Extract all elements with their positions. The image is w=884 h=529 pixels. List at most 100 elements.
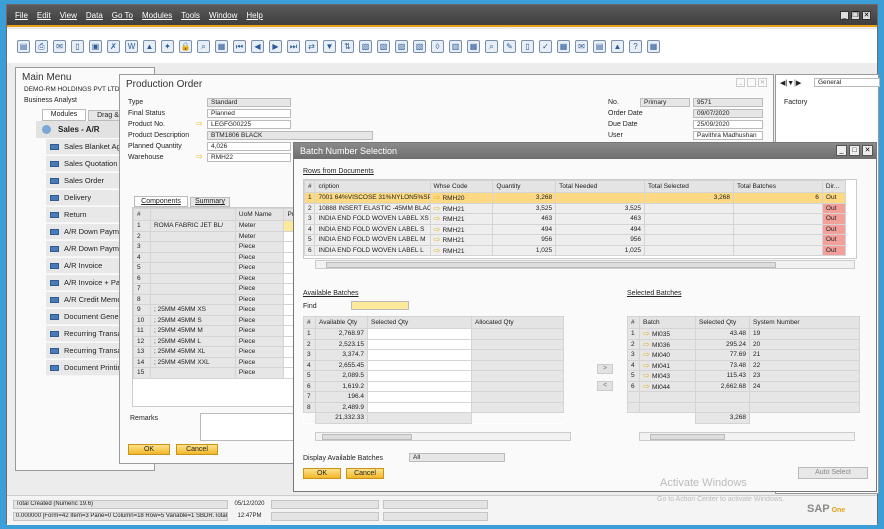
org-icon[interactable]: ▤ (593, 39, 606, 53)
column-header[interactable]: Total Selected (644, 180, 734, 193)
document-row[interactable]: 5 INDIA END FOLD WOVEN LABEL M ⇨ RMH21 956 9… (304, 234, 847, 246)
link-arrow-icon[interactable]: ⇨ (643, 340, 652, 349)
menu-tools[interactable]: Tools (181, 11, 200, 20)
sort-icon[interactable]: ⇅ (341, 39, 354, 53)
selected-qty-input[interactable] (367, 370, 472, 382)
table-row[interactable]: 4 Piece (133, 251, 301, 263)
table-row[interactable]: 6 Piece (133, 272, 301, 284)
planned-qty-field[interactable]: 4,026 (207, 142, 291, 151)
selected-horizontal-scrollbar[interactable] (639, 432, 855, 441)
documents-horizontal-scrollbar[interactable] (315, 260, 855, 269)
po-ok-button[interactable]: OK (128, 444, 170, 455)
available-batch-row[interactable]: 2 2,523.15 (303, 338, 564, 350)
available-batch-row[interactable]: 5 2,089.5 (303, 370, 564, 382)
auto-select-button[interactable]: Auto Select (798, 467, 868, 479)
settings-icon[interactable]: ▥ (449, 39, 462, 53)
available-batch-row[interactable]: 3 3,374.7 (303, 349, 564, 361)
next-icon[interactable]: ▶ (269, 39, 282, 53)
link-arrow-icon[interactable]: ⇨ (643, 350, 652, 359)
status-dropdown[interactable]: Planned (207, 109, 291, 118)
add-icon[interactable]: ▦ (215, 39, 228, 53)
column-header[interactable]: cription (314, 180, 431, 193)
column-header[interactable]: # (304, 180, 316, 193)
selected-qty-input[interactable] (367, 380, 472, 392)
selected-batch-row[interactable]: 2 ⇨ MI036 295.24 20 (627, 338, 860, 350)
column-header[interactable]: UoM Name (234, 208, 285, 221)
column-header[interactable]: # (627, 316, 640, 329)
tab-summary[interactable]: Summary (190, 197, 230, 207)
selected-qty-input[interactable] (367, 391, 472, 403)
preview-icon[interactable]: ▤ (17, 39, 30, 53)
selected-qty-input[interactable] (367, 349, 472, 361)
close-button[interactable]: ✕ (758, 78, 767, 87)
table-row[interactable]: 1ROMA FABRIC JET BL/Meter3,268.0 (133, 220, 301, 232)
messages-icon[interactable]: ▦ (557, 39, 570, 53)
po-cancel-button[interactable]: Cancel (176, 444, 218, 455)
menu-window[interactable]: Window (209, 11, 237, 20)
table-row[interactable]: 5 Piece (133, 262, 301, 274)
report-icon[interactable]: ✉ (575, 39, 588, 53)
column-header[interactable]: # (133, 208, 151, 221)
column-header[interactable]: Whse Code (429, 180, 494, 193)
menu-modules[interactable]: Modules (142, 11, 172, 20)
available-batch-row[interactable]: 1 2,768.97 (303, 328, 564, 340)
table-row[interactable]: 14; 25MM 45MM XXL Piece (133, 356, 301, 368)
column-header[interactable]: Selected Qty (367, 316, 472, 329)
column-header[interactable]: Available Qty (315, 316, 368, 329)
maximize-button[interactable]: □ (849, 145, 860, 156)
document-row[interactable]: 1 7001 64%VISCOSE 31%NYLON5%SPN ⇨ RMH20 3,2… (304, 192, 847, 204)
user-dropdown[interactable]: Pavithra Madhushan (693, 131, 763, 140)
link-arrow-icon[interactable]: ⇨ (643, 371, 652, 380)
remarks-field[interactable] (200, 413, 300, 441)
form-settings-icon[interactable]: ▯ (521, 39, 534, 53)
document-row[interactable]: 4 INDIA END FOLD WOVEN LABEL S ⇨ RMH21 494 4… (304, 223, 847, 235)
minimize-button[interactable]: _ (736, 78, 745, 87)
find-icon[interactable]: ⌕ (197, 39, 210, 53)
column-header[interactable]: Allocated Qty (471, 316, 564, 329)
word-icon[interactable]: W (125, 39, 138, 53)
selected-batch-row[interactable]: 6 ⇨ MI044 2,662.68 24 (627, 380, 860, 392)
print-icon[interactable]: ⎙ (35, 39, 48, 53)
table-row[interactable]: 9; 25MM 45MM XS Piece (133, 304, 301, 316)
selected-batch-row[interactable] (627, 401, 860, 413)
selected-qty-input[interactable] (367, 338, 472, 350)
selected-batch-row[interactable]: 4 ⇨ MI041 73.48 22 (627, 359, 860, 371)
available-batch-row[interactable]: 6 1,619.2 (303, 380, 564, 392)
column-header[interactable]: # (303, 316, 316, 329)
table-row[interactable]: 8 Piece (133, 293, 301, 305)
email-icon[interactable]: ✉ (53, 39, 66, 53)
table-row[interactable]: 7 Piece (133, 283, 301, 295)
available-batch-row[interactable]: 8 2,489.9 (303, 401, 564, 413)
copy-icon[interactable]: ▧ (395, 39, 408, 53)
wizard-icon[interactable]: ? (629, 39, 642, 53)
restore-button[interactable]: ❐ (851, 11, 860, 20)
calendar-icon[interactable]: ✓ (539, 39, 552, 53)
maximize-button[interactable] (747, 78, 756, 87)
available-batch-row[interactable]: 7 196.4 (303, 391, 564, 403)
menu-data[interactable]: Data (86, 11, 103, 20)
tab-modules[interactable]: Modules (42, 109, 86, 121)
selected-qty-input[interactable] (367, 401, 472, 413)
menu-go-to[interactable]: Go To (112, 11, 133, 20)
ok-button[interactable]: OK (303, 468, 341, 479)
column-header[interactable]: Batch (639, 316, 696, 329)
table-row[interactable]: 2 Meter (133, 230, 301, 242)
gross-profit-icon[interactable]: ◊ (431, 39, 444, 53)
base-doc-icon[interactable]: ▧ (359, 39, 372, 53)
table-row[interactable]: 12; 25MM 45MM L Piece (133, 335, 301, 347)
link-arrow-icon[interactable]: ⇨ (196, 152, 203, 161)
menu-help[interactable]: Help (246, 11, 262, 20)
minimize-button[interactable]: _ (840, 11, 849, 20)
add-batch-button[interactable]: > (597, 364, 613, 374)
available-batch-row[interactable]: 4 2,655.45 (303, 359, 564, 371)
document-row[interactable]: 3 INDIA END FOLD WOVEN LABEL XS ⇨ RMH21 463… (304, 213, 847, 225)
column-header[interactable] (149, 208, 236, 221)
table-row[interactable]: 3 Piece (133, 241, 301, 253)
last-icon[interactable]: ⏭ (287, 39, 300, 53)
link-arrow-icon[interactable]: ⇨ (643, 329, 652, 338)
view-dropdown[interactable]: General (814, 78, 880, 87)
selected-qty-input[interactable] (367, 359, 472, 371)
selected-batch-row[interactable] (627, 391, 860, 403)
drill-icon[interactable]: ▧ (413, 39, 426, 53)
column-header[interactable]: Dir... (821, 180, 847, 193)
